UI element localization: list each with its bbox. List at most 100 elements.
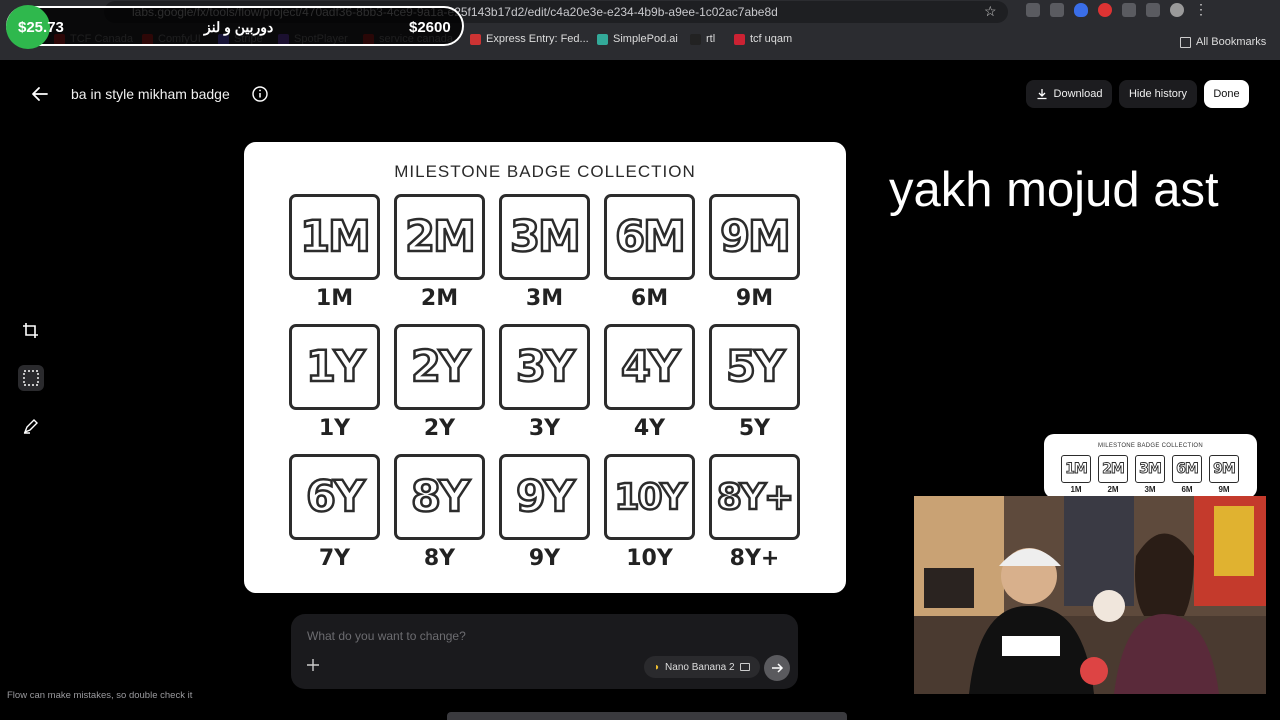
- bookmark-item[interactable]: Express Entry: Fed...: [470, 33, 589, 45]
- badge-label: 7Y: [318, 546, 351, 571]
- badge-code: 2M: [404, 211, 477, 264]
- done-button[interactable]: Done: [1204, 80, 1249, 108]
- image-title: MILESTONE BADGE COLLECTION: [394, 162, 696, 181]
- reading-list-icon[interactable]: [1146, 3, 1160, 17]
- webcam-image: [914, 496, 1266, 694]
- price-mid-text: دوربین و لنز: [204, 19, 274, 35]
- crop-tool[interactable]: [18, 318, 44, 344]
- thumbnail-badge-label: 2M: [1107, 485, 1119, 494]
- milestone-badge: 2Y: [394, 324, 485, 410]
- milestone-badge: 3Y: [499, 324, 590, 410]
- thumbnail-badge-label: 3M: [1144, 485, 1156, 494]
- milestone-badge: 1M: [289, 194, 380, 280]
- thumbnail-badge-code: 2M: [1102, 461, 1126, 478]
- info-icon[interactable]: [251, 85, 269, 103]
- page-title: ba in style mikham badge: [71, 86, 230, 102]
- bookmark-item[interactable]: rtl: [690, 33, 715, 45]
- bookmark-favicon: [470, 33, 481, 45]
- pen-icon: [23, 419, 38, 434]
- select-tool[interactable]: [18, 365, 44, 391]
- bottom-panel-edge: [447, 712, 847, 720]
- all-bookmarks-label: All Bookmarks: [1196, 36, 1267, 48]
- thumbnail-badge-code: 9M: [1213, 461, 1237, 478]
- send-arrow-icon: [772, 663, 784, 673]
- badge-code: 4Y: [620, 341, 682, 394]
- download-button[interactable]: Download: [1026, 80, 1112, 108]
- milestone-badge: 1Y: [289, 324, 380, 410]
- badge-code: 8Y+: [716, 475, 796, 519]
- aspect-ratio-icon: [739, 663, 750, 671]
- badge-label: 1M: [315, 286, 354, 311]
- badge-label: 8Y+: [729, 546, 780, 571]
- badge-code: 6Y: [305, 471, 367, 524]
- all-bookmarks[interactable]: All Bookmarks: [1180, 36, 1266, 48]
- badge-code: 2Y: [410, 341, 472, 394]
- send-button[interactable]: [764, 655, 790, 681]
- bookmark-label: tcf uqam: [750, 33, 793, 45]
- red-extension-icon[interactable]: [1098, 3, 1112, 17]
- shield-extension-icon[interactable]: [1074, 3, 1088, 17]
- hide-history-button[interactable]: Hide history: [1119, 80, 1197, 108]
- milestone-badge: 3M: [499, 194, 590, 280]
- badge-label: 6M: [630, 286, 669, 311]
- milestone-badge: 6Y: [289, 454, 380, 540]
- extension-icons: ⋮: [1026, 2, 1208, 17]
- disclaimer-note: Flow can make mistakes, so double check …: [7, 690, 193, 701]
- history-thumbnail[interactable]: MILESTONE BADGE COLLECTION 1M 1M 2M 2M 3M 3M 6…: [1044, 434, 1257, 498]
- badge-label: 9M: [735, 286, 774, 311]
- milestone-badge: 2M: [394, 194, 485, 280]
- bookmark-favicon: [597, 33, 608, 45]
- thumbnail-badge-label: 9M: [1218, 485, 1230, 494]
- price-left: $25.73: [18, 19, 64, 36]
- badge-code: 10Y: [613, 475, 688, 519]
- puzzle-icon[interactable]: [1122, 3, 1136, 17]
- milestone-badge: 9Y: [499, 454, 590, 540]
- thumbnail-badge-label: 1M: [1070, 485, 1082, 494]
- badge-code: 1Y: [305, 341, 367, 394]
- badge-code: 6M: [614, 211, 687, 264]
- bookmark-star-icon[interactable]: ☆: [984, 4, 998, 18]
- badge-label: 3M: [525, 286, 564, 311]
- badge-code: 8Y: [410, 471, 472, 524]
- price-right: $2600: [409, 19, 451, 36]
- badge-label: 4Y: [633, 416, 666, 441]
- thumbnail-badge: 9M: [1209, 455, 1239, 483]
- badge-label: 5Y: [738, 416, 771, 441]
- bookmark-label: SimplePod.ai: [613, 33, 678, 45]
- prompt-input[interactable]: [307, 627, 777, 645]
- banana-icon: ◗: [654, 661, 661, 673]
- bookmark-favicon: [734, 33, 745, 45]
- screen: labs.google/fx/tools/flow/project/470adf…: [0, 0, 1280, 720]
- download-label: Download: [1053, 88, 1103, 100]
- generated-image[interactable]: MILESTONE BADGE COLLECTION 1M 1M 2M 2M 3M 3M 6…: [244, 142, 846, 593]
- marquee-select-icon: [23, 370, 39, 386]
- thumbnail-badge: 1M: [1061, 455, 1091, 483]
- badge-label: 8Y: [423, 546, 456, 571]
- profile-avatar[interactable]: [1170, 3, 1184, 17]
- mic-icon[interactable]: [1050, 3, 1064, 17]
- model-selector[interactable]: ◗ Nano Banana 2: [644, 656, 760, 678]
- thumbnail-title: MILESTONE BADGE COLLECTION: [1097, 443, 1204, 449]
- milestone-badge: 10Y: [604, 454, 695, 540]
- download-icon: [1037, 89, 1047, 100]
- plus-icon[interactable]: [305, 657, 321, 673]
- price-overlay: $25.73 دوربین و لنز $2600: [6, 5, 464, 49]
- menu-dots-icon[interactable]: ⋮: [1194, 2, 1208, 17]
- milestone-badge: 4Y: [604, 324, 695, 410]
- crop-icon: [23, 323, 38, 338]
- milestone-badge: 9M: [709, 194, 800, 280]
- thumbnail-badge: 2M: [1098, 455, 1128, 483]
- milestone-badge: 5Y: [709, 324, 800, 410]
- back-arrow-icon[interactable]: [30, 84, 50, 104]
- bookmark-item[interactable]: SimplePod.ai: [597, 33, 678, 45]
- draw-tool[interactable]: [18, 413, 44, 439]
- thumbnail-badge-code: 6M: [1176, 461, 1200, 478]
- thumbnail-badge-code: 3M: [1139, 461, 1163, 478]
- hide-history-label: Hide history: [1128, 88, 1188, 100]
- bookmark-item[interactable]: tcf uqam: [734, 33, 792, 45]
- badge-label: 1Y: [318, 416, 351, 441]
- extension-icon[interactable]: [1026, 3, 1040, 17]
- badge-label: 2Y: [423, 416, 456, 441]
- milestone-badge: 8Y: [394, 454, 485, 540]
- badge-label: 2M: [420, 286, 459, 311]
